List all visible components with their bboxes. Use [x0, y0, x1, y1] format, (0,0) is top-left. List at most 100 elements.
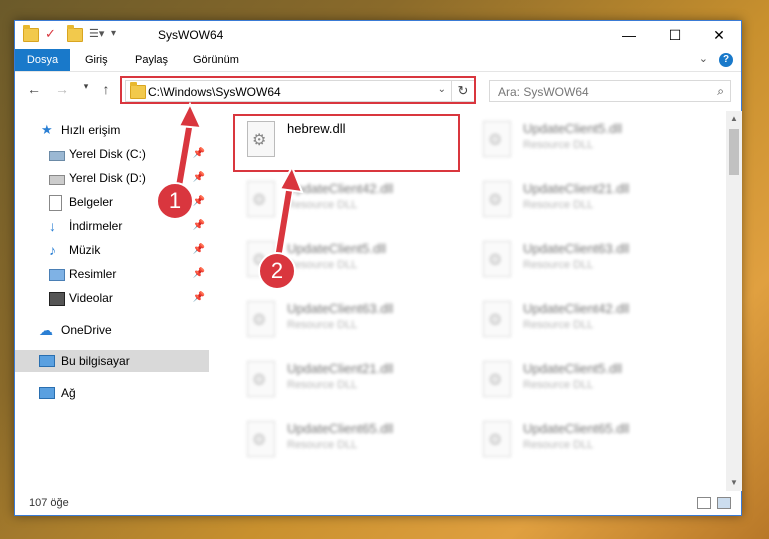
file-description: Resource DLL [287, 379, 358, 391]
file-item[interactable]: UpdateClient65.dll Resource DLL [475, 415, 705, 467]
dll-file-icon [483, 241, 511, 277]
pin-icon[interactable]: 📌 [193, 167, 205, 189]
close-button[interactable]: ✕ [696, 21, 742, 49]
scroll-up-icon[interactable]: ▲ [726, 111, 742, 127]
file-description: Resource DLL [523, 199, 594, 211]
new-folder-icon[interactable] [67, 25, 83, 42]
recent-locations-icon[interactable]: ▾ [77, 81, 95, 92]
sidebar-item-label: Hızlı erişim [61, 123, 121, 137]
sidebar-item-pictures[interactable]: Resimler 📌 [15, 263, 209, 285]
scroll-thumb[interactable] [729, 129, 739, 175]
documents-icon [49, 195, 62, 211]
music-icon: ♪ [49, 242, 56, 258]
file-name: UpdateClient21.dll [523, 181, 630, 196]
file-name: UpdateClient21.dll [287, 361, 394, 376]
sidebar-item-label: İndirmeler [69, 219, 123, 233]
file-name: UpdateClient65.dll [523, 421, 630, 436]
help-icon[interactable]: ? [719, 53, 733, 67]
ribbon-controls: ⌄ ? [699, 52, 733, 67]
sidebar-item-label: Ağ [61, 386, 76, 400]
vertical-scrollbar[interactable]: ▲ ▼ [726, 111, 742, 491]
sidebar-item-label: Bu bilgisayar [61, 354, 130, 368]
file-item[interactable]: UpdateClient5.dll Resource DLL [475, 355, 705, 407]
file-description: Resource DLL [287, 439, 358, 451]
sidebar-item-network[interactable]: Ağ [15, 382, 209, 404]
pictures-icon [49, 269, 65, 281]
file-description: Resource DLL [287, 319, 358, 331]
file-item[interactable]: UpdateClient63.dll Resource DLL [239, 295, 469, 347]
sidebar-item-videos[interactable]: Videolar 📌 [15, 287, 209, 309]
file-description: Resource DLL [523, 139, 594, 151]
search-input[interactable]: Ara: SysWOW64 ⌕ [489, 80, 731, 102]
sidebar-item-label: OneDrive [61, 323, 112, 337]
pin-icon[interactable]: 📌 [193, 143, 205, 165]
dll-file-icon [247, 361, 275, 397]
tab-file[interactable]: Dosya [15, 49, 70, 71]
item-count: 107 öğe [29, 497, 69, 509]
drive-icon [49, 175, 65, 185]
pin-icon[interactable]: 📌 [193, 287, 205, 309]
title-bar: ✓ ☰▾ ▾ SysWOW64 — ☐ ✕ [15, 21, 741, 49]
file-item[interactable]: UpdateClient42.dll Resource DLL [475, 295, 705, 347]
minimize-button[interactable]: — [606, 21, 652, 49]
pin-icon[interactable]: 📌 [193, 239, 205, 261]
step-2-badge: 2 [258, 252, 296, 290]
network-icon [39, 387, 55, 399]
file-name: UpdateClient5.dll [287, 241, 387, 256]
pin-icon[interactable]: 📌 [193, 191, 205, 213]
file-name: UpdateClient5.dll [523, 361, 623, 376]
customize-toolbar-icon[interactable]: ☰▾ [89, 26, 105, 42]
navigation-pane: ★ Hızlı erişim Yerel Disk (C:) 📌 Yerel D… [15, 111, 209, 491]
dll-file-icon [247, 301, 275, 337]
sidebar-item-quick-access[interactable]: ★ Hızlı erişim [15, 119, 209, 141]
dll-file-icon [247, 181, 275, 217]
file-description: Resource DLL [523, 319, 594, 331]
sidebar-item-onedrive[interactable]: ☁ OneDrive [15, 319, 209, 341]
back-arrow-icon[interactable]: ← [25, 81, 43, 97]
maximize-button[interactable]: ☐ [652, 21, 698, 49]
file-name: UpdateClient42.dll [523, 301, 630, 316]
quick-access-toolbar: ✓ ☰▾ ▾ [23, 25, 133, 42]
file-description: Resource DLL [523, 379, 594, 391]
sidebar-item-label: Yerel Disk (C:) [69, 147, 146, 161]
tab-share[interactable]: Paylaş [125, 49, 178, 71]
window-title: SysWOW64 [158, 28, 224, 42]
status-bar: 107 öğe [15, 491, 741, 515]
toolbar-dropdown-icon[interactable]: ▾ [111, 26, 127, 42]
address-highlight-box [120, 76, 476, 104]
file-item[interactable]: UpdateClient5.dll Resource DLL [475, 115, 705, 167]
video-icon [49, 292, 65, 306]
file-highlight-box [233, 114, 460, 172]
file-description: Resource DLL [523, 439, 594, 451]
file-item[interactable]: UpdateClient63.dll Resource DLL [475, 235, 705, 287]
sidebar-item-music[interactable]: ♪ Müzik 📌 [15, 239, 209, 261]
sidebar-item-label: Videolar [69, 291, 113, 305]
properties-icon[interactable]: ✓ [45, 26, 61, 42]
file-item[interactable]: UpdateClient42.dll Resource DLL [239, 175, 469, 227]
file-item[interactable]: UpdateClient21.dll Resource DLL [239, 355, 469, 407]
file-item[interactable]: UpdateClient21.dll Resource DLL [475, 175, 705, 227]
pin-icon[interactable]: 📌 [193, 215, 205, 237]
pin-icon[interactable]: 📌 [193, 263, 205, 285]
up-arrow-icon[interactable]: ↑ [97, 81, 115, 97]
dll-file-icon [247, 421, 275, 457]
large-icons-view-icon[interactable] [717, 497, 731, 509]
details-view-icon[interactable] [697, 497, 711, 509]
folder-icon[interactable] [23, 25, 39, 42]
step-1-badge: 1 [156, 182, 194, 220]
tab-view[interactable]: Görünüm [183, 49, 249, 71]
star-icon: ★ [41, 122, 53, 137]
file-description: Resource DLL [287, 259, 358, 271]
ribbon-tabs: Dosya Giriş Paylaş Görünüm ⌄ ? [15, 49, 741, 72]
sidebar-item-label: Yerel Disk (D:) [69, 171, 146, 185]
scroll-down-icon[interactable]: ▼ [726, 475, 742, 491]
sidebar-item-this-pc[interactable]: Bu bilgisayar [15, 350, 209, 372]
sidebar-item-local-disk-c[interactable]: Yerel Disk (C:) 📌 [15, 143, 209, 165]
file-item[interactable]: UpdateClient65.dll Resource DLL [239, 415, 469, 467]
file-name: UpdateClient63.dll [287, 301, 394, 316]
forward-arrow-icon[interactable]: → [53, 81, 71, 97]
expand-ribbon-icon[interactable]: ⌄ [699, 53, 708, 65]
file-name: UpdateClient63.dll [523, 241, 630, 256]
tab-home[interactable]: Giriş [75, 49, 118, 71]
sidebar-item-label: Belgeler [69, 195, 114, 209]
